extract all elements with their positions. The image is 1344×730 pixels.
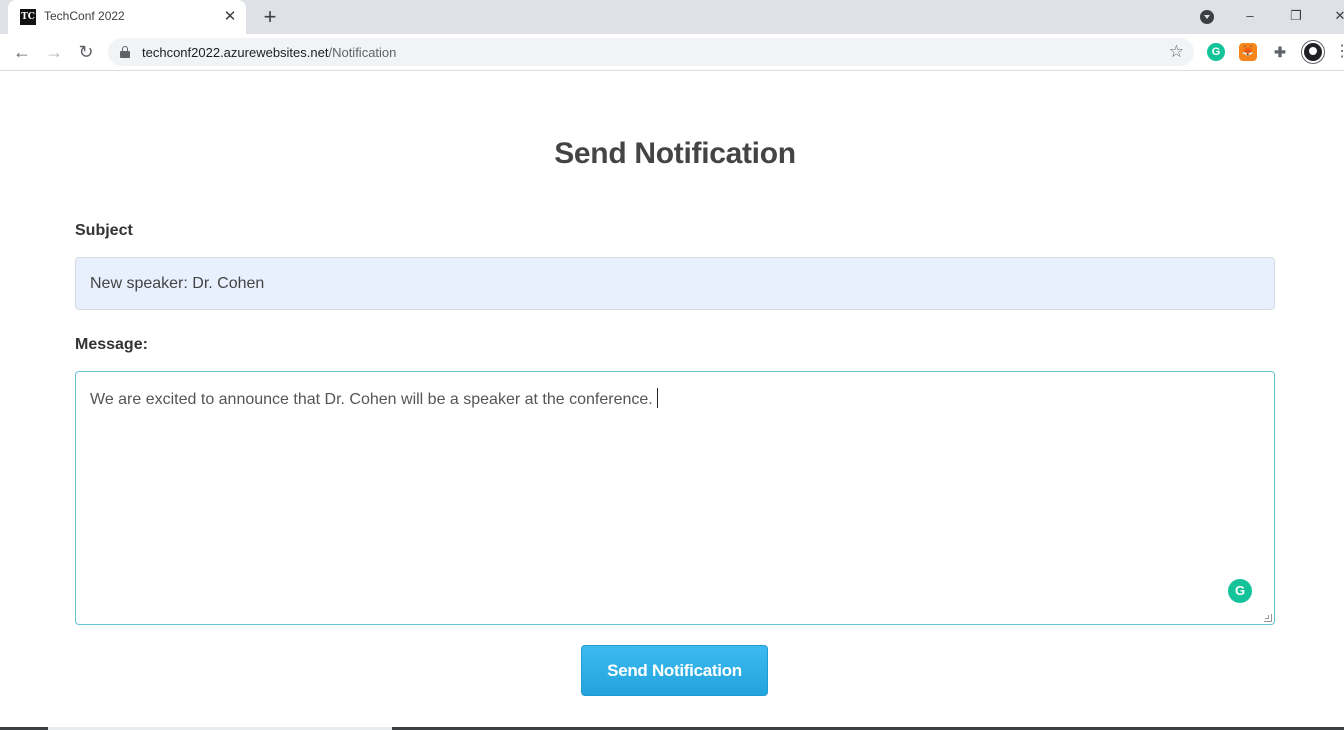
- new-tab-icon[interactable]: +: [258, 4, 282, 30]
- minimize-icon[interactable]: –: [1230, 0, 1270, 34]
- profile-avatar-icon[interactable]: [1302, 41, 1324, 63]
- metamask-fox-icon[interactable]: 🦊: [1239, 43, 1257, 61]
- message-textarea[interactable]: We are excited to announce that Dr. Cohe…: [75, 371, 1275, 625]
- grammarly-widget-icon[interactable]: G: [1228, 579, 1252, 603]
- browser-menu-icon[interactable]: ⋮: [1334, 42, 1344, 62]
- url-path: /Notification: [328, 45, 397, 60]
- favicon-icon: TC: [20, 9, 36, 25]
- window-close-icon[interactable]: ✕: [1320, 0, 1344, 34]
- close-tab-icon[interactable]: ✕: [220, 7, 240, 27]
- url-text: techconf2022.azurewebsites.net/Notificat…: [142, 45, 396, 60]
- bookmark-star-icon[interactable]: ☆: [1169, 41, 1184, 63]
- message-value: We are excited to announce that Dr. Cohe…: [90, 391, 653, 409]
- grammarly-extension-icon[interactable]: G: [1207, 43, 1225, 61]
- text-caret: [656, 388, 658, 408]
- restore-icon[interactable]: ❐: [1276, 0, 1316, 34]
- message-text: We are excited to announce that Dr. Cohe…: [90, 388, 658, 410]
- page-content: Send Notification Subject Message: We ar…: [0, 71, 1344, 730]
- page-title: Send Notification: [554, 137, 796, 170]
- browser-tab-strip: TC TechConf 2022 ✕ + – ❐ ✕: [0, 0, 1344, 34]
- forward-icon[interactable]: →: [41, 39, 67, 65]
- tab-search-icon[interactable]: [1200, 10, 1214, 24]
- url-host: techconf2022.azurewebsites.net: [142, 45, 329, 60]
- subject-input[interactable]: [75, 257, 1275, 310]
- reload-icon[interactable]: ↻: [73, 39, 99, 65]
- resize-handle-icon[interactable]: [1264, 614, 1272, 622]
- message-label: Message:: [75, 336, 148, 353]
- subject-label: Subject: [75, 222, 133, 239]
- browser-toolbar: ← → ↻ techconf2022.azurewebsites.net/Not…: [0, 34, 1344, 71]
- tab-title: TechConf 2022: [44, 9, 125, 23]
- extensions-puzzle-icon[interactable]: ✚: [1271, 43, 1289, 61]
- address-bar[interactable]: techconf2022.azurewebsites.net/Notificat…: [108, 38, 1194, 66]
- send-notification-button[interactable]: Send Notification: [581, 645, 768, 696]
- back-icon[interactable]: ←: [9, 39, 35, 65]
- lock-icon[interactable]: [120, 46, 130, 58]
- browser-tab-techconf[interactable]: TC TechConf 2022 ✕: [8, 0, 246, 34]
